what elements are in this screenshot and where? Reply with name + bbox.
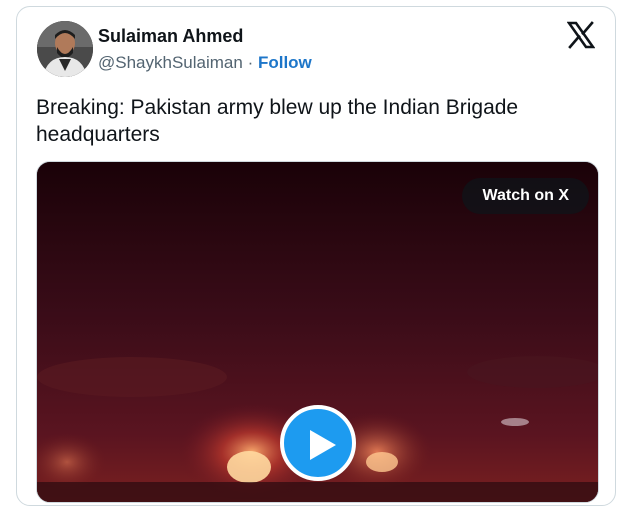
video-player[interactable]: Watch on X — [36, 161, 599, 503]
author-name[interactable]: Sulaiman Ahmed — [98, 26, 243, 47]
follow-button[interactable]: Follow — [258, 53, 312, 72]
avatar-image — [37, 21, 93, 77]
x-logo-icon[interactable] — [566, 21, 596, 49]
author-handle[interactable]: @ShaykhSulaiman — [98, 53, 243, 72]
author-handle-row: @ShaykhSulaiman · Follow — [98, 53, 312, 73]
avatar[interactable] — [37, 21, 93, 77]
play-button[interactable] — [280, 405, 356, 481]
play-icon — [310, 430, 336, 460]
watch-on-x-button[interactable]: Watch on X — [462, 178, 589, 214]
separator-dot: · — [242, 53, 258, 72]
tweet-card[interactable]: Sulaiman Ahmed @ShaykhSulaiman · Follow … — [16, 6, 616, 506]
tweet-text: Breaking: Pakistan army blew up the Indi… — [36, 96, 519, 146]
